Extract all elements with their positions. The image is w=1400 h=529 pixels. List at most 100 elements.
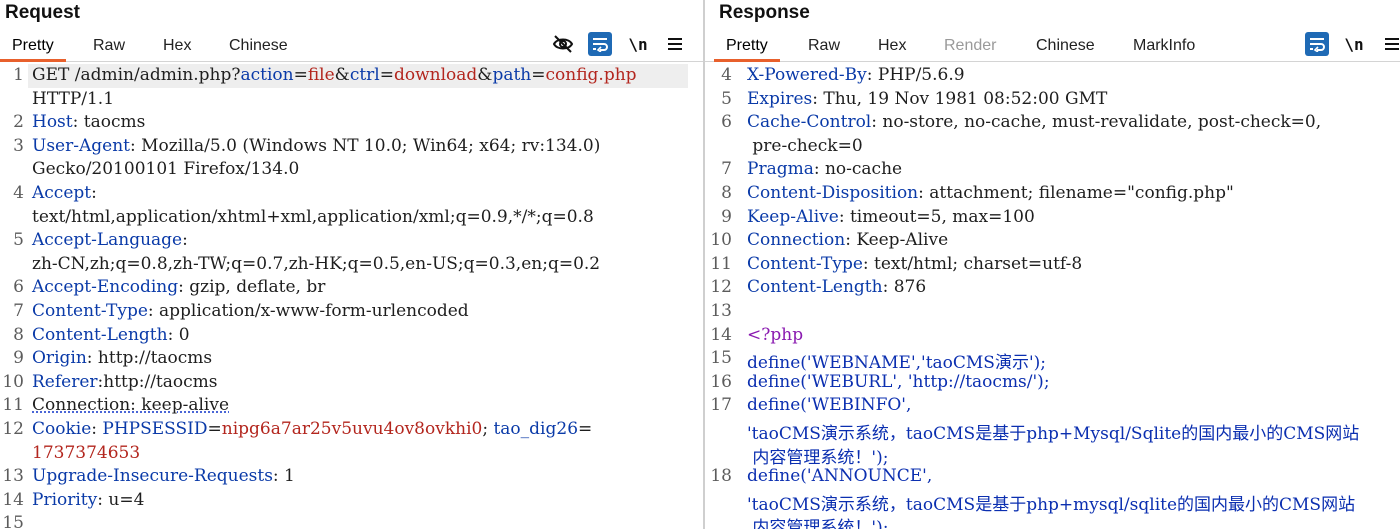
code-line: 2 Host: taocms xyxy=(0,112,703,136)
code-line: 4 X-Powered-By: PHP/5.6.9 xyxy=(705,65,1400,89)
code-token: <?php xyxy=(747,324,804,345)
line-number: 6 xyxy=(721,112,732,133)
code-text: Accept: xyxy=(32,183,97,203)
code-token: Content-Type xyxy=(747,253,863,274)
code-token: : xyxy=(182,230,188,251)
newline-label: \n xyxy=(1344,34,1364,54)
code-token: nipg6a7ar25v5uvu4ov8ovkhi0 xyxy=(221,419,483,439)
code-line: 16 define('WEBURL', 'http://taocms/'); xyxy=(705,372,1400,396)
code-token: = xyxy=(293,65,308,85)
code-text: define('WEBINFO', xyxy=(747,395,911,415)
line-number: 5 xyxy=(721,88,732,109)
code-text: X-Powered-By: PHP/5.6.9 xyxy=(747,65,965,85)
code-token: PHPSESSID xyxy=(102,419,208,439)
code-token: ; xyxy=(482,419,494,439)
code-token: define('WEBURL', 'http://taocms/'); xyxy=(747,371,1050,392)
code-text: Host: taocms xyxy=(32,112,145,132)
code-token: Content-Length xyxy=(747,277,883,298)
code-token: & xyxy=(477,65,493,85)
request-tab-raw[interactable]: Raw xyxy=(93,35,125,61)
code-token: User-Agent xyxy=(32,135,130,156)
response-tab-markinfo[interactable]: MarkInfo xyxy=(1133,35,1195,61)
line-number: 17 xyxy=(710,395,732,416)
request-tab-hex[interactable]: Hex xyxy=(163,35,191,61)
code-text: define('WEBNAME','taoCMS演示'); xyxy=(747,348,1046,373)
response-tab-hex[interactable]: Hex xyxy=(878,35,906,61)
wrap-icon[interactable] xyxy=(588,32,612,56)
code-token: zh-CN,zh;q=0.8,zh-TW;q=0.7,zh-HK;q=0.5,e… xyxy=(32,253,601,274)
hamburger-menu-icon[interactable] xyxy=(1380,32,1400,56)
code-text: 1737374653 xyxy=(32,443,140,463)
response-tabs: Pretty Raw Hex Render Chinese MarkInfo xyxy=(705,32,1400,62)
code-token: Content-Type xyxy=(32,301,148,321)
response-tab-raw[interactable]: Raw xyxy=(808,35,840,61)
code-line: 11 Connection: keep-alive xyxy=(0,395,703,419)
response-editor[interactable]: 4 X-Powered-By: PHP/5.6.9 5 Expires: Thu, 1… xyxy=(705,63,1400,529)
code-token: = xyxy=(207,419,222,439)
code-token: Host xyxy=(32,112,73,133)
code-text: text/html,application/xhtml+xml,applicat… xyxy=(32,207,594,227)
request-editor[interactable]: 1 GET /admin/admin.php?action=file&ctrl=d… xyxy=(0,63,703,529)
code-text: define('ANNOUNCE', xyxy=(747,466,932,486)
line-number: 3 xyxy=(13,135,24,156)
code-token: : gzip, deflate, br xyxy=(178,277,326,298)
newline-toggle[interactable]: \n xyxy=(1342,32,1366,56)
code-token: Upgrade-Insecure-Requests xyxy=(32,466,273,487)
code-line: 4 Accept: xyxy=(0,183,703,207)
code-text: Expires: Thu, 19 Nov 1981 08:52:00 GMT xyxy=(747,89,1107,109)
code-token: : timeout=5, max=100 xyxy=(838,206,1035,227)
code-text: Accept-Encoding: gzip, deflate, br xyxy=(32,277,325,297)
code-token: tao_dig26 xyxy=(493,419,579,439)
code-token: : text/html; charset=utf-8 xyxy=(862,253,1083,274)
code-token: 'taoCMS演示系统，taoCMS是基于php+mysql/sqlite的国内… xyxy=(747,494,1356,515)
code-text: 内容管理系统！'); xyxy=(747,513,888,529)
request-tab-chinese[interactable]: Chinese xyxy=(229,35,288,61)
code-text: HTTP/1.1 xyxy=(32,89,114,109)
line-number: 12 xyxy=(2,419,24,439)
code-text: Gecko/20100101 Firefox/134.0 xyxy=(32,159,299,179)
code-text: Content-Disposition: attachment; filenam… xyxy=(747,183,1234,203)
line-number: 13 xyxy=(2,466,24,487)
line-number: 7 xyxy=(721,159,732,180)
code-token: : Thu, 19 Nov 1981 08:52:00 GMT xyxy=(812,88,1108,109)
code-token: Cookie xyxy=(32,419,92,439)
code-token: : xyxy=(91,419,103,439)
code-text: Cache-Control: no-store, no-cache, must-… xyxy=(747,112,1321,132)
line-number: 4 xyxy=(721,65,732,85)
code-token: Keep-Alive xyxy=(747,206,839,227)
code-token: : taocms xyxy=(72,112,146,133)
code-token: : no-cache xyxy=(813,159,903,180)
code-line: 10 Connection: Keep-Alive xyxy=(705,230,1400,254)
newline-toggle[interactable]: \n xyxy=(626,32,650,56)
code-line: 7 Content-Type: application/x-www-form-ur… xyxy=(0,301,703,325)
code-token: : 0 xyxy=(167,324,190,345)
response-tab-pretty[interactable]: Pretty xyxy=(714,35,780,62)
request-tab-pretty[interactable]: Pretty xyxy=(0,35,66,62)
code-token: : 1 xyxy=(272,466,295,487)
line-number: 8 xyxy=(13,324,24,345)
code-token: config.php xyxy=(545,65,637,85)
wrap-icon[interactable] xyxy=(1305,32,1329,56)
code-text: Content-Length: 0 xyxy=(32,325,190,345)
line-number: 14 xyxy=(710,324,732,345)
code-text: Pragma: no-cache xyxy=(747,159,902,179)
code-line: 1737374653 xyxy=(0,443,703,467)
code-line: 'taoCMS演示系统，taoCMS是基于php+mysql/sqlite的国内… xyxy=(705,490,1400,515)
hamburger-menu-icon[interactable] xyxy=(663,32,687,56)
code-token: : xyxy=(91,183,97,203)
code-line: 1 GET /admin/admin.php?action=file&ctrl=d… xyxy=(0,65,703,89)
code-line: 10 Referer:http://taocms xyxy=(0,372,703,396)
response-tab-render[interactable]: Render xyxy=(944,35,996,61)
eye-slash-icon[interactable] xyxy=(551,32,575,56)
code-token: : no-store, no-cache, must-revalidate, p… xyxy=(871,112,1322,133)
code-text: define('WEBURL', 'http://taocms/'); xyxy=(747,372,1050,392)
code-text: Accept-Language: xyxy=(32,230,188,250)
response-tab-chinese[interactable]: Chinese xyxy=(1036,35,1095,61)
line-number: 6 xyxy=(13,277,24,298)
code-text: Referer:http://taocms xyxy=(32,372,218,392)
code-line: pre-check=0 xyxy=(705,136,1400,160)
code-text: Connection: keep-alive xyxy=(32,395,229,415)
code-line: 18 define('ANNOUNCE', xyxy=(705,466,1400,490)
code-token: Content-Disposition xyxy=(747,183,919,203)
code-token: X-Powered-By xyxy=(747,65,867,85)
